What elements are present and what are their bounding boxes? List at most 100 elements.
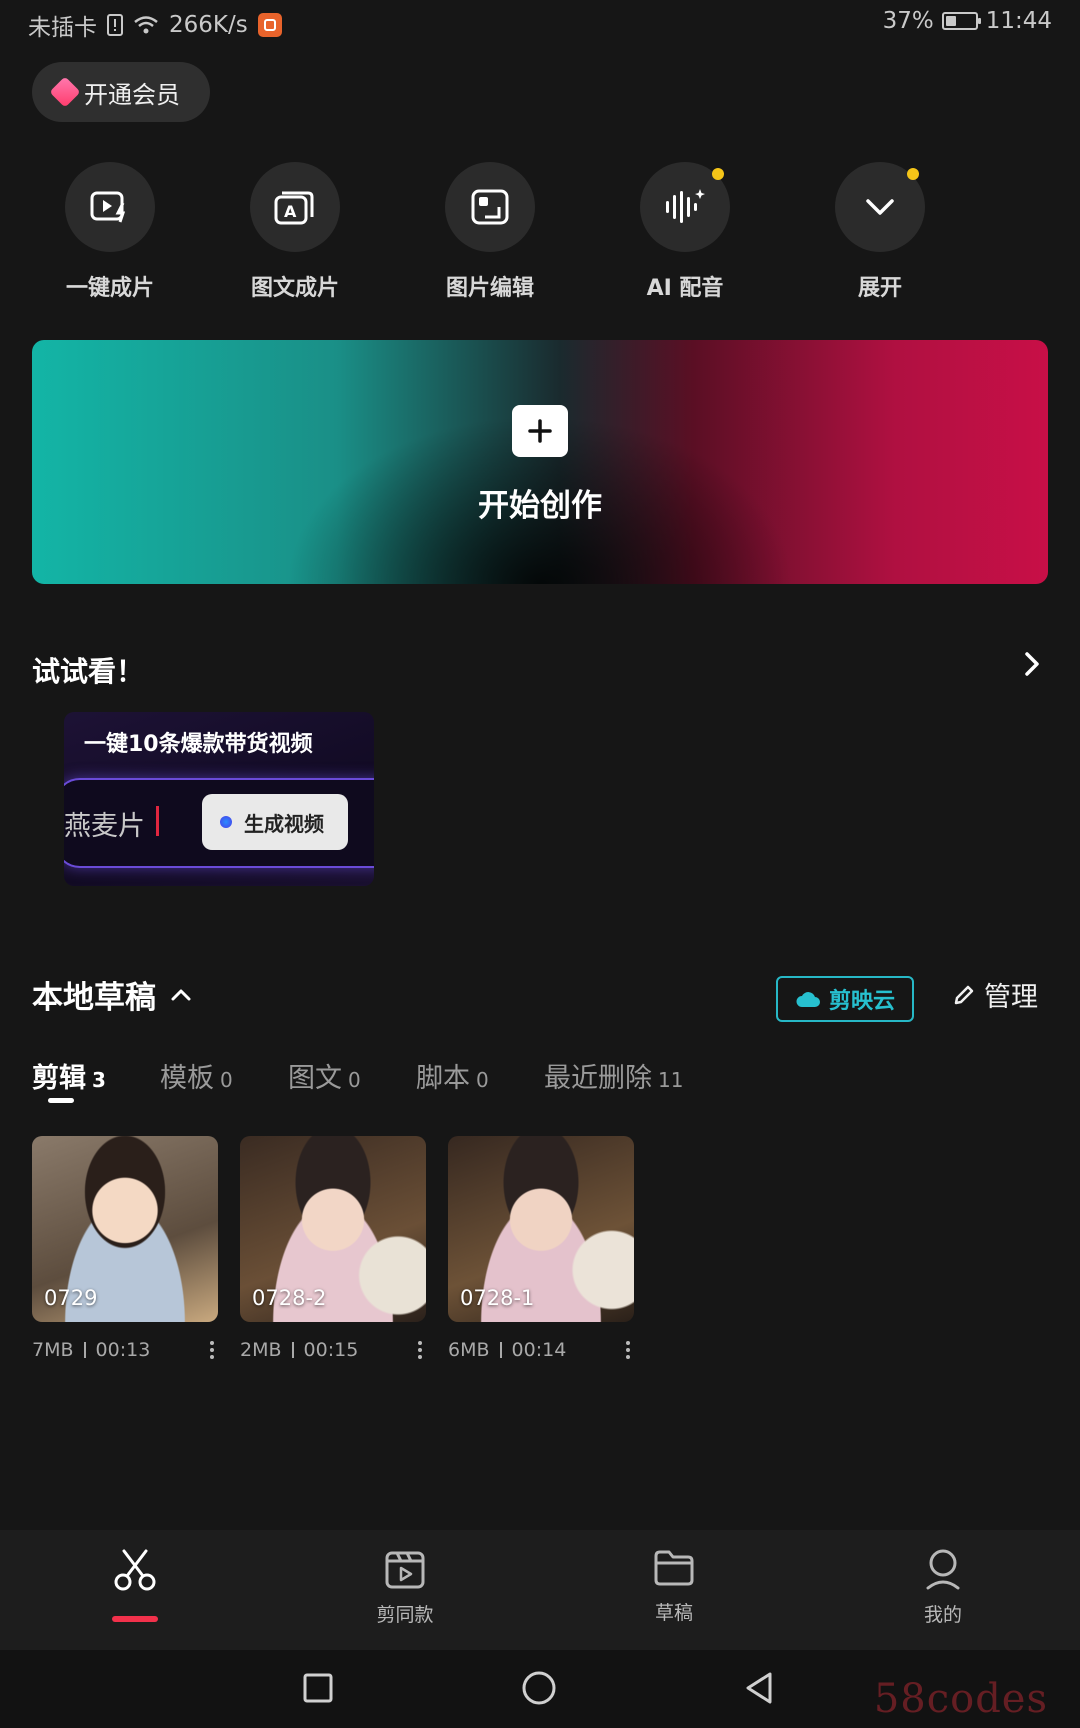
bottom-nav: 剪同款 草稿 我的 bbox=[0, 1530, 1080, 1650]
start-creating-label: 开始创作 bbox=[478, 488, 602, 524]
vip-label: 开通会员 bbox=[84, 80, 180, 109]
chevron-up-icon bbox=[171, 989, 191, 1000]
tool-label: 图片编辑 bbox=[445, 276, 534, 301]
chevron-right-icon[interactable] bbox=[1020, 650, 1044, 678]
battery-percent: 37% bbox=[882, 8, 934, 34]
tool-expand[interactable]: 展开 bbox=[825, 162, 935, 302]
tab-image-text[interactable]: 图文 0 bbox=[288, 1056, 361, 1095]
draft-meta: 2MB 00:15 bbox=[240, 1338, 426, 1362]
battery-icon bbox=[941, 12, 981, 30]
tab-label: 图文 bbox=[288, 1063, 342, 1094]
app-notification-icon bbox=[257, 13, 282, 37]
tool-label: 图文成片 bbox=[250, 276, 339, 301]
tool-text-to-video[interactable]: A 图文成片 bbox=[240, 162, 350, 302]
more-vertical-icon[interactable] bbox=[626, 1338, 630, 1362]
draft-name: 0729 bbox=[44, 1286, 98, 1310]
ai-voice-icon bbox=[666, 189, 705, 223]
tab-label: 脚本 bbox=[416, 1063, 470, 1094]
tab-template[interactable]: 模板 0 bbox=[160, 1056, 233, 1095]
try-section-title: 试试看！ bbox=[32, 655, 145, 688]
generate-video-label: 生成视频 bbox=[244, 811, 324, 836]
more-vertical-icon[interactable] bbox=[210, 1338, 214, 1362]
tool-image-edit[interactable]: 图片编辑 bbox=[435, 162, 545, 302]
tab-count: 0 bbox=[348, 1068, 361, 1092]
draft-item[interactable]: 0729 7MB 00:13 bbox=[32, 1136, 218, 1362]
nav-active-indicator bbox=[112, 1616, 158, 1622]
meta-divider bbox=[291, 1342, 294, 1358]
tab-recently-deleted[interactable]: 最近删除 11 bbox=[544, 1056, 683, 1095]
back-icon[interactable] bbox=[742, 1670, 776, 1706]
net-speed-text: 266K/s bbox=[169, 12, 248, 38]
draft-meta: 7MB 00:13 bbox=[32, 1338, 218, 1362]
tab-edit[interactable]: 剪辑 3 bbox=[32, 1056, 106, 1095]
try-card-input-text: 燕麦片 bbox=[64, 811, 145, 842]
tab-label: 最近删除 bbox=[544, 1063, 652, 1094]
draft-size: 7MB bbox=[32, 1339, 74, 1361]
draft-thumbnail[interactable]: 0728-1 bbox=[448, 1136, 634, 1322]
more-vertical-icon[interactable] bbox=[418, 1338, 422, 1362]
tool-ai-voice[interactable]: AI 配音 bbox=[630, 162, 740, 302]
diamond-icon bbox=[49, 76, 81, 108]
draft-thumbnail[interactable]: 0728-2 bbox=[240, 1136, 426, 1322]
meta-divider bbox=[499, 1342, 502, 1358]
svg-text:A: A bbox=[284, 202, 297, 221]
nav-profile[interactable]: 我的 bbox=[883, 1548, 1003, 1627]
draft-item[interactable]: 0728-2 2MB 00:15 bbox=[240, 1136, 426, 1362]
start-creating-banner[interactable]: 开始创作 bbox=[32, 340, 1048, 584]
draft-duration: 00:15 bbox=[303, 1339, 359, 1361]
try-card-title: 一键10条爆款带货视频 bbox=[84, 732, 313, 757]
nav-label: 草稿 bbox=[654, 1602, 693, 1624]
pencil-icon bbox=[954, 985, 974, 1004]
tool-quick-video[interactable]: 一键成片 bbox=[55, 162, 165, 302]
tool-circle bbox=[835, 162, 925, 252]
local-drafts-toggle[interactable]: 本地草稿 bbox=[32, 972, 192, 1017]
try-card[interactable]: 一键10条爆款带货视频 燕麦片 生成视频 bbox=[64, 712, 374, 886]
tab-count: 11 bbox=[658, 1068, 684, 1092]
tab-count: 0 bbox=[476, 1068, 489, 1092]
draft-name: 0728-1 bbox=[460, 1286, 535, 1310]
status-left: 未插卡 266K/s bbox=[28, 8, 282, 42]
cloud-label: 剪映云 bbox=[828, 989, 895, 1014]
carrier-text: 未插卡 bbox=[28, 15, 97, 41]
text-cursor bbox=[156, 806, 159, 836]
nav-label: 我的 bbox=[923, 1604, 962, 1626]
nav-drafts[interactable]: 草稿 bbox=[614, 1548, 734, 1625]
user-icon bbox=[926, 1549, 960, 1590]
tool-circle bbox=[640, 162, 730, 252]
tab-count: 3 bbox=[92, 1068, 106, 1092]
tool-label: 一键成片 bbox=[65, 276, 154, 301]
plus-icon bbox=[512, 405, 568, 457]
draft-size: 2MB bbox=[240, 1339, 282, 1361]
cloud-button[interactable]: 剪映云 bbox=[776, 976, 914, 1022]
new-badge-dot bbox=[907, 168, 919, 180]
nav-edit[interactable] bbox=[75, 1548, 195, 1602]
folder-icon bbox=[654, 1550, 694, 1586]
tool-circle bbox=[65, 162, 155, 252]
battery-fill bbox=[945, 16, 956, 26]
tab-label: 模板 bbox=[160, 1063, 214, 1094]
home-icon[interactable] bbox=[521, 1670, 557, 1706]
manage-button[interactable]: 管理 bbox=[952, 975, 1038, 1014]
plus-glyph bbox=[528, 419, 552, 443]
quick-video-icon bbox=[90, 191, 126, 223]
draft-item[interactable]: 0728-1 6MB 00:14 bbox=[448, 1136, 634, 1362]
tool-circle bbox=[445, 162, 535, 252]
tab-script[interactable]: 脚本 0 bbox=[416, 1056, 489, 1095]
status-bar: 未插卡 266K/s 37% 11:44 bbox=[0, 0, 1080, 48]
tool-label: AI 配音 bbox=[646, 276, 724, 301]
nav-label: 剪同款 bbox=[376, 1604, 434, 1626]
active-tab-indicator bbox=[48, 1098, 74, 1103]
draft-thumbnail[interactable]: 0729 bbox=[32, 1136, 218, 1322]
tool-circle: A bbox=[250, 162, 340, 252]
sim-alert-icon bbox=[107, 14, 123, 36]
image-edit-icon bbox=[471, 189, 509, 225]
nav-template[interactable]: 剪同款 bbox=[345, 1548, 465, 1627]
tool-label: 展开 bbox=[857, 276, 902, 301]
draft-size: 6MB bbox=[448, 1339, 490, 1361]
recent-apps-icon[interactable] bbox=[302, 1672, 334, 1704]
template-video-icon bbox=[385, 1551, 425, 1589]
draft-meta: 6MB 00:14 bbox=[448, 1338, 634, 1362]
tab-label: 剪辑 bbox=[32, 1063, 86, 1094]
meta-divider bbox=[83, 1342, 86, 1358]
vip-button[interactable]: 开通会员 bbox=[32, 62, 210, 122]
